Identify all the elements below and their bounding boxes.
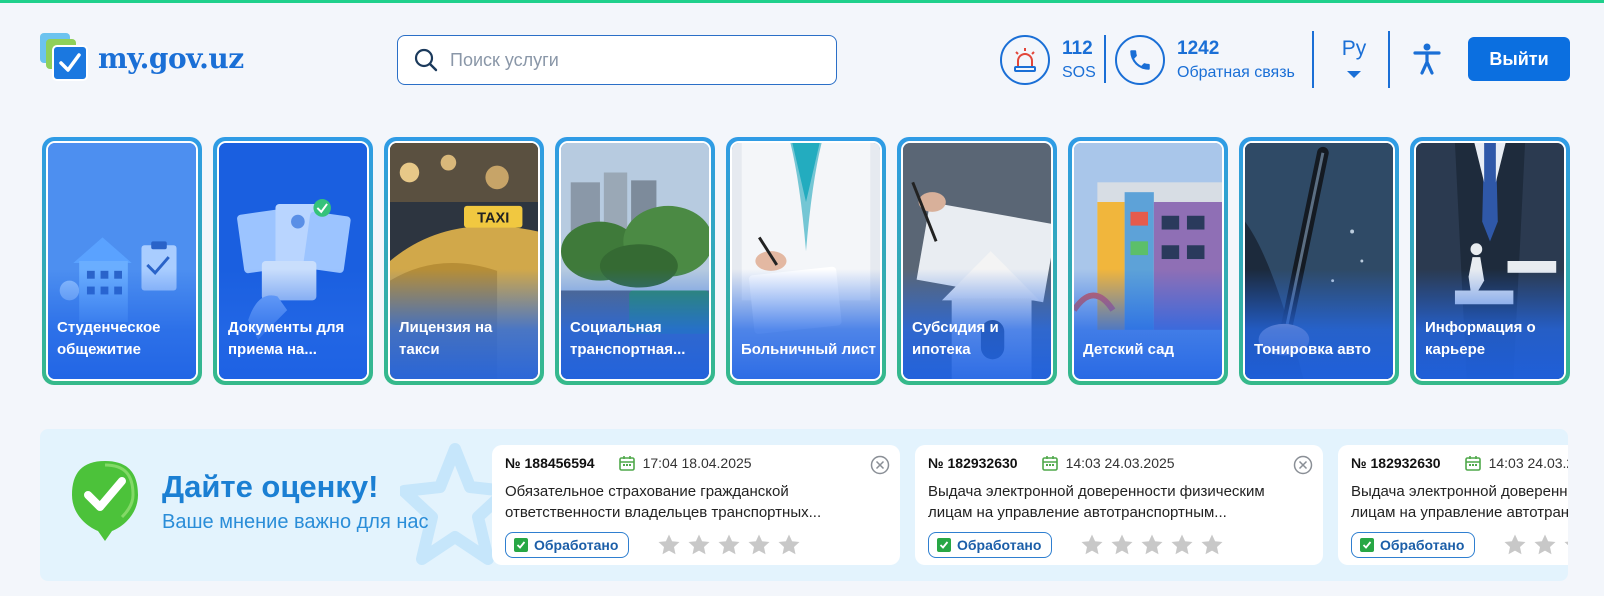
service-card-label: Студенческое общежитие	[57, 319, 161, 358]
status-label: Обработано	[957, 537, 1042, 553]
service-card-sick-leave[interactable]: Больничный лист	[726, 137, 886, 385]
sos-hotline[interactable]: 112 SOS	[1000, 35, 1096, 85]
star-icon[interactable]	[1200, 533, 1224, 557]
star-icon[interactable]	[1170, 533, 1194, 557]
star-rating[interactable]	[1503, 533, 1568, 557]
star-icon[interactable]	[1533, 533, 1557, 557]
service-card-career-info[interactable]: Информация о карьере	[1410, 137, 1570, 385]
star-icon[interactable]	[1503, 533, 1527, 557]
application-card[interactable]: № 188456594 17:04 18.04.2025 Обязательно…	[492, 445, 900, 565]
star-icon[interactable]	[717, 533, 741, 557]
close-icon[interactable]	[870, 455, 890, 475]
star-icon[interactable]	[1080, 533, 1104, 557]
sos-number: 112	[1062, 38, 1093, 59]
language-selector[interactable]: Ру	[1336, 37, 1372, 78]
accessibility-icon	[1413, 43, 1441, 75]
divider	[1312, 31, 1314, 88]
service-card-label: Лицензия на такси	[399, 319, 493, 358]
service-card-label: Документы для приема на...	[228, 319, 345, 358]
application-list: № 188456594 17:04 18.04.2025 Обязательно…	[492, 445, 1568, 565]
application-description: Выдача электронной доверенности физическ…	[928, 483, 1265, 521]
service-card-label: Социальная транспортная...	[570, 319, 686, 358]
phone-icon	[1130, 50, 1150, 70]
check-badge-icon	[72, 461, 138, 541]
check-icon	[514, 538, 528, 552]
search-icon	[414, 48, 438, 72]
rating-title: Дайте оценку!	[162, 469, 379, 504]
star-icon[interactable]	[1110, 533, 1134, 557]
application-number: № 188456594	[505, 455, 595, 471]
rating-subtitle: Ваше мнение важно для нас	[162, 511, 429, 533]
status-badge: Обработано	[505, 532, 630, 558]
application-datetime: 14:03 24.03.2025	[1065, 455, 1175, 471]
check-icon	[937, 538, 951, 552]
siren-icon	[1014, 48, 1036, 72]
feedback-hotline[interactable]: 1242 Обратная связь	[1115, 35, 1295, 85]
accessibility-button[interactable]	[1412, 43, 1442, 80]
check-icon	[1360, 538, 1374, 552]
header: my.gov.uz 112 SOS 1242 Обратная связь	[0, 3, 1604, 113]
application-description: Выдача электронной доверенности физическ…	[1351, 483, 1568, 521]
application-number: № 182932630	[1351, 455, 1441, 471]
status-badge: Обработано	[928, 532, 1053, 558]
service-card-car-tinting[interactable]: Тонировка авто	[1239, 137, 1399, 385]
status-badge: Обработано	[1351, 532, 1476, 558]
language-code: Ру	[1341, 37, 1367, 60]
star-icon[interactable]	[777, 533, 801, 557]
service-card-label: Субсидия и ипотека	[912, 319, 999, 358]
service-card-label: Тонировка авто	[1254, 341, 1371, 358]
logout-button[interactable]: Выйти	[1468, 37, 1570, 81]
service-card-label: Информация о карьере	[1425, 319, 1536, 358]
status-label: Обработано	[534, 537, 619, 553]
service-card-admission-documents[interactable]: Документы для приема на...	[213, 137, 373, 385]
service-card-dormitory[interactable]: Студенческое общежитие	[42, 137, 202, 385]
application-datetime: 17:04 18.04.2025	[642, 455, 752, 471]
rating-panel: Дайте оценку! Ваше мнение важно для нас …	[40, 429, 1568, 581]
search-input[interactable]	[450, 49, 810, 71]
star-icon[interactable]	[1140, 533, 1164, 557]
application-number: № 182932630	[928, 455, 1018, 471]
service-card-taxi-license[interactable]: TAXI Лицензия на такси	[384, 137, 544, 385]
service-card-label: Детский сад	[1083, 341, 1175, 358]
service-cards: Студенческое общежитие Документы для при…	[42, 137, 1570, 385]
service-card-kindergarten[interactable]: Детский сад	[1068, 137, 1228, 385]
application-card[interactable]: № 182932630 14:03 24.03.2025 Выдача элек…	[915, 445, 1323, 565]
service-card-subsidy-mortgage[interactable]: Субсидия и ипотека	[897, 137, 1057, 385]
star-rating[interactable]	[1080, 533, 1224, 557]
application-card[interactable]: № 182932630 14:03 24.03.2025 Выдача элек…	[1338, 445, 1568, 565]
feedback-number: 1242	[1177, 38, 1220, 59]
star-icon[interactable]	[747, 533, 771, 557]
calendar-icon	[1464, 456, 1481, 471]
service-card-social-transport[interactable]: Социальная транспортная...	[555, 137, 715, 385]
divider	[1388, 31, 1390, 88]
star-rating[interactable]	[657, 533, 801, 557]
feedback-label: Обратная связь	[1177, 64, 1295, 81]
calendar-icon	[618, 456, 635, 471]
caret-down-icon	[1347, 71, 1361, 78]
sos-label: SOS	[1062, 64, 1096, 81]
logo-icon	[40, 33, 92, 83]
search-box[interactable]	[397, 35, 837, 85]
service-card-label: Больничный лист	[741, 341, 877, 358]
star-icon[interactable]	[657, 533, 681, 557]
star-icon[interactable]	[1563, 533, 1568, 557]
application-description: Обязательное страхование гражданской отв…	[505, 483, 822, 521]
application-datetime: 14:03 24.03.2025	[1488, 455, 1568, 471]
divider	[1104, 35, 1106, 83]
logo[interactable]: my.gov.uz	[40, 33, 244, 83]
status-label: Обработано	[1380, 537, 1465, 553]
close-icon[interactable]	[1293, 455, 1313, 475]
logo-text: my.gov.uz	[98, 41, 244, 75]
calendar-icon	[1041, 456, 1058, 471]
star-icon[interactable]	[687, 533, 711, 557]
svg-text:TAXI: TAXI	[477, 211, 509, 227]
